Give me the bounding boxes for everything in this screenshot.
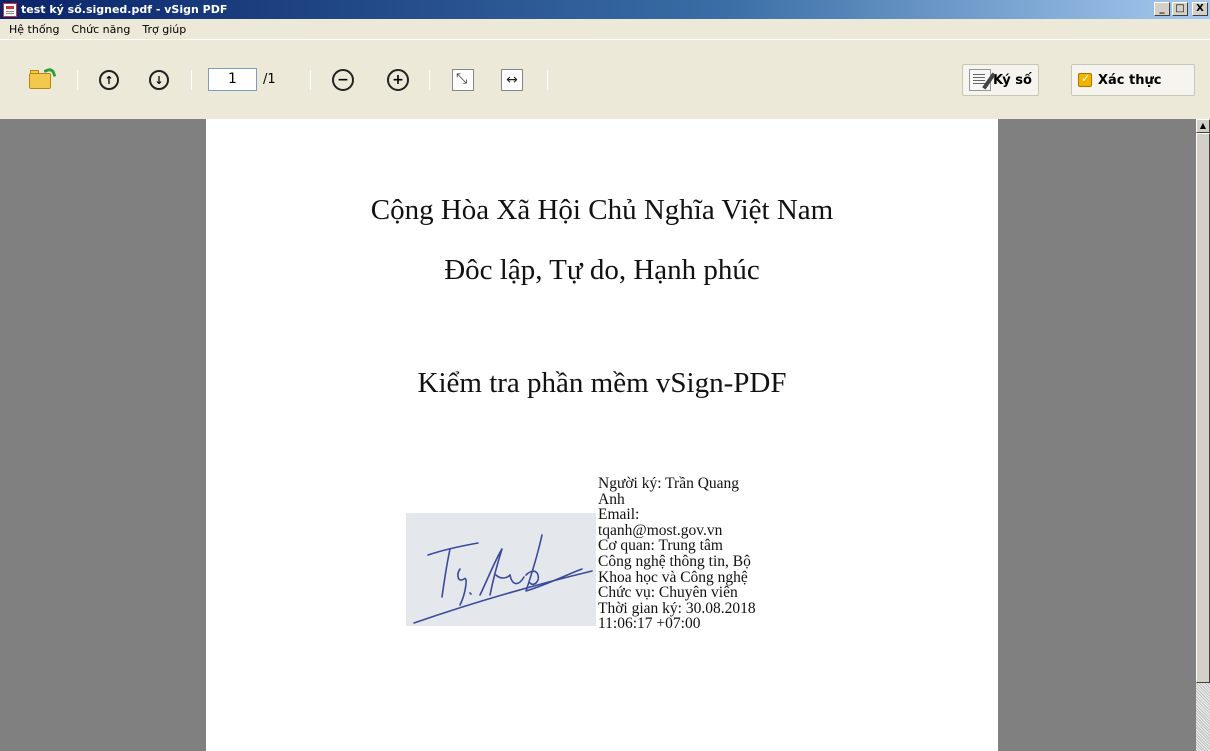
verify-button[interactable]: Xác thực: [1071, 64, 1195, 96]
title-bar: test ký số.signed.pdf - vSign PDF _ □ X: [0, 0, 1210, 19]
handwritten-signature-image: [406, 513, 596, 626]
agency-line-1: Cơ quan: Trung tâm: [598, 537, 723, 555]
document-viewer[interactable]: Cộng Hòa Xã Hội Chủ Nghĩa Việt Nam Đôc l…: [0, 119, 1196, 751]
position-line: Chức vụ: Chuyên viên: [598, 584, 738, 602]
zoom-in-button[interactable]: +: [383, 66, 413, 94]
window-controls: _ □ X: [1154, 2, 1208, 16]
sign-button[interactable]: Ký số: [962, 64, 1039, 96]
arrow-down-circle-icon: ↓: [149, 70, 169, 90]
previous-page-button[interactable]: ↑: [94, 66, 124, 94]
open-file-button[interactable]: [26, 66, 57, 94]
signature-details: Người ký: Trần Quang Anh Email: tqanh@mo…: [598, 476, 818, 632]
scroll-up-button[interactable]: ▲: [1196, 119, 1210, 133]
toolbar-separator: [191, 70, 192, 90]
fit-page-icon: [452, 69, 474, 91]
scrollbar-thumb[interactable]: [1196, 133, 1210, 683]
verify-button-label: Xác thực: [1098, 72, 1162, 88]
pdf-page: Cộng Hòa Xã Hội Chủ Nghĩa Việt Nam Đôc l…: [206, 119, 998, 751]
zoom-out-icon: −: [332, 69, 354, 91]
sign-time-line-1: Thời gian ký: 30.08.2018: [598, 599, 756, 617]
email-value: tqanh@most.gov.vn: [598, 521, 723, 539]
menu-chuc-nang[interactable]: Chức năng: [66, 23, 137, 36]
menu-tro-giup[interactable]: Trợ giúp: [136, 23, 192, 36]
vertical-scrollbar[interactable]: ▲: [1196, 119, 1210, 751]
verify-icon: [1078, 72, 1092, 87]
zoom-in-icon: +: [387, 69, 409, 91]
email-label: Email:: [598, 506, 640, 524]
toolbar-separator: [77, 70, 78, 90]
toolbar-separator: [547, 70, 548, 90]
signer-name-line-2: Anh: [598, 490, 625, 508]
toolbar-row: ↑ ↓ 1 /1 − + ↔ Ký số Xác thực: [0, 64, 1210, 96]
pdf-app-icon: [3, 2, 17, 17]
minimize-button[interactable]: _: [1154, 2, 1170, 16]
fit-width-icon: ↔: [501, 69, 523, 91]
signer-name-line-1: Người ký: Trần Quang: [598, 475, 740, 492]
signature-drawing: [413, 534, 593, 624]
sign-document-icon: [969, 69, 991, 91]
sign-time-line-2: 11:06:17 +07:00: [598, 615, 701, 633]
close-button[interactable]: X: [1192, 2, 1208, 16]
maximize-button[interactable]: □: [1172, 2, 1188, 16]
zoom-out-button[interactable]: −: [328, 66, 358, 94]
page-total: /1: [263, 72, 276, 87]
arrow-up-circle-icon: ↑: [99, 70, 119, 90]
menu-bar: Hệ thống Chức năng Trợ giúp: [0, 19, 1210, 39]
agency-line-2: Công nghệ thông tin, Bộ: [598, 552, 751, 570]
scrollbar-track[interactable]: [1196, 683, 1210, 751]
page-number-input[interactable]: 1: [208, 68, 257, 91]
doc-heading-republic: Cộng Hòa Xã Hội Chủ Nghĩa Việt Nam: [370, 194, 834, 226]
toolbar: ↑ ↓ 1 /1 − + ↔ Ký số Xác thực: [0, 39, 1210, 119]
doc-title: Kiểm tra phần mềm vSign-PDF: [417, 367, 787, 399]
fit-page-button[interactable]: [448, 66, 478, 94]
sign-button-label: Ký số: [993, 72, 1032, 88]
next-page-button[interactable]: ↓: [144, 66, 174, 94]
doc-heading-motto: Đôc lập, Tự do, Hạnh phúc: [444, 254, 760, 286]
toolbar-separator: [429, 70, 430, 90]
fit-width-button[interactable]: ↔: [497, 66, 527, 94]
menu-he-thong[interactable]: Hệ thống: [3, 23, 66, 36]
folder-open-icon: [29, 66, 57, 90]
agency-line-3: Khoa học và Công nghệ: [598, 568, 748, 586]
window-title: test ký số.signed.pdf - vSign PDF: [21, 3, 228, 16]
toolbar-separator: [310, 70, 311, 90]
